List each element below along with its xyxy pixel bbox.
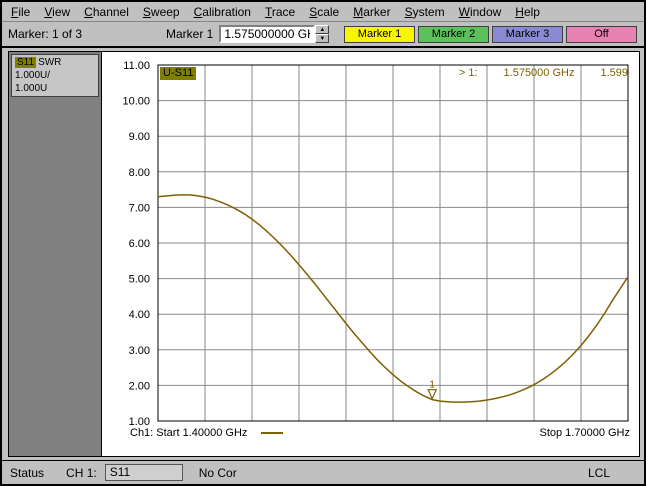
button-marker-2[interactable]: Marker 2 — [418, 26, 489, 43]
marker-1-symbol[interactable] — [428, 390, 436, 399]
menu-item-marker[interactable]: Marker — [346, 3, 397, 21]
trace-sidebar: S11SWR 1.000U/ 1.000U — [9, 52, 102, 456]
marker-frequency-input[interactable] — [219, 25, 315, 43]
frequency-spinner: ▲ ▼ — [315, 25, 329, 43]
trace-info-box: S11SWR 1.000U/ 1.000U — [11, 54, 99, 97]
button-marker-3[interactable]: Marker 3 — [492, 26, 563, 43]
correction-status: No Cor — [199, 466, 237, 480]
menu-item-system[interactable]: System — [398, 3, 452, 21]
trace-scale-label: 1.000U/ — [15, 69, 95, 82]
trace-format-label: SWR — [38, 57, 61, 68]
y-axis-label: 10.00 — [122, 96, 150, 108]
menu-item-trace[interactable]: Trace — [258, 3, 302, 21]
start-frequency-label: Ch1: Start 1.40000 GHz — [130, 427, 247, 439]
y-axis-label: 6.00 — [129, 238, 150, 250]
menu-item-calibration[interactable]: Calibration — [187, 3, 258, 21]
channel-label: CH 1: — [66, 466, 97, 480]
marker-frequency-field: ▲ ▼ — [219, 25, 329, 43]
measurement-box: S11 — [105, 464, 183, 481]
y-axis-label: 8.00 — [129, 167, 150, 179]
menu-item-help[interactable]: Help — [508, 3, 547, 21]
menu-item-window[interactable]: Window — [452, 3, 509, 21]
trace-reference-label: 1.000U — [15, 82, 95, 95]
menu-item-sweep[interactable]: Sweep — [136, 3, 187, 21]
control-mode-label: LCL — [588, 466, 610, 480]
marker-status-text: Marker: 1 of 3 — [8, 27, 148, 41]
status-bar: Status CH 1: S11 No Cor LCL — [2, 460, 644, 484]
y-axis-label: 9.00 — [129, 131, 150, 143]
marker-frequency-label: Marker 1 — [166, 27, 213, 41]
trace-style-indicator — [261, 432, 283, 434]
y-axis-label: 11.00 — [123, 60, 150, 72]
y-axis-label: 3.00 — [129, 345, 150, 357]
marker-readout: > 1: 1.575000 GHz 1.599 — [158, 67, 628, 79]
y-axis-label: 2.00 — [129, 380, 150, 392]
status-label: Status — [10, 466, 44, 480]
spin-down-button[interactable]: ▼ — [315, 34, 329, 43]
y-axis-label: 5.00 — [129, 274, 150, 286]
stop-frequency-label: Stop 1.70000 GHz — [539, 427, 630, 439]
menu-item-view[interactable]: View — [37, 3, 77, 21]
marker-readout-prefix: > 1: — [459, 67, 478, 79]
menu-item-file[interactable]: File — [4, 3, 37, 21]
trace-selector-chip[interactable]: S11 — [15, 57, 36, 68]
main-area: S11SWR 1.000U/ 1.000U 11.00 10.00 9.00 8.00… — [2, 48, 644, 460]
marker-1-number: 1 — [429, 380, 435, 391]
menu-item-scale[interactable]: Scale — [302, 3, 346, 21]
button-marker-1[interactable]: Marker 1 — [344, 26, 415, 43]
y-axis-label: 7.00 — [129, 202, 150, 214]
button-off[interactable]: Off — [566, 26, 637, 43]
spin-up-button[interactable]: ▲ — [315, 25, 329, 34]
y-axis-label: 4.00 — [129, 309, 150, 321]
menu-item-channel[interactable]: Channel — [77, 3, 136, 21]
menu-bar: FileViewChannelSweepCalibrationTraceScal… — [2, 2, 644, 22]
marker-toolbar: Marker: 1 of 3 Marker 1 ▲ ▼ Marker 1Mark… — [2, 22, 644, 48]
marker-readout-value: 1.599 — [600, 67, 628, 79]
marker-button-row: Marker 1Marker 2Marker 3Off — [344, 26, 637, 43]
marker-readout-frequency: 1.575000 GHz — [504, 67, 575, 79]
chart-footer: Ch1: Start 1.40000 GHz Stop 1.70000 GHz — [130, 426, 630, 440]
chart-panel: 11.00 10.00 9.00 8.00 7.00 6.00 5.00 4.00 3.00 2.… — [102, 52, 639, 456]
swr-graticule: 11.00 10.00 9.00 8.00 7.00 6.00 5.00 4.00 3.00 2.… — [102, 52, 639, 456]
network-analyzer-window: FileViewChannelSweepCalibrationTraceScal… — [0, 0, 646, 486]
